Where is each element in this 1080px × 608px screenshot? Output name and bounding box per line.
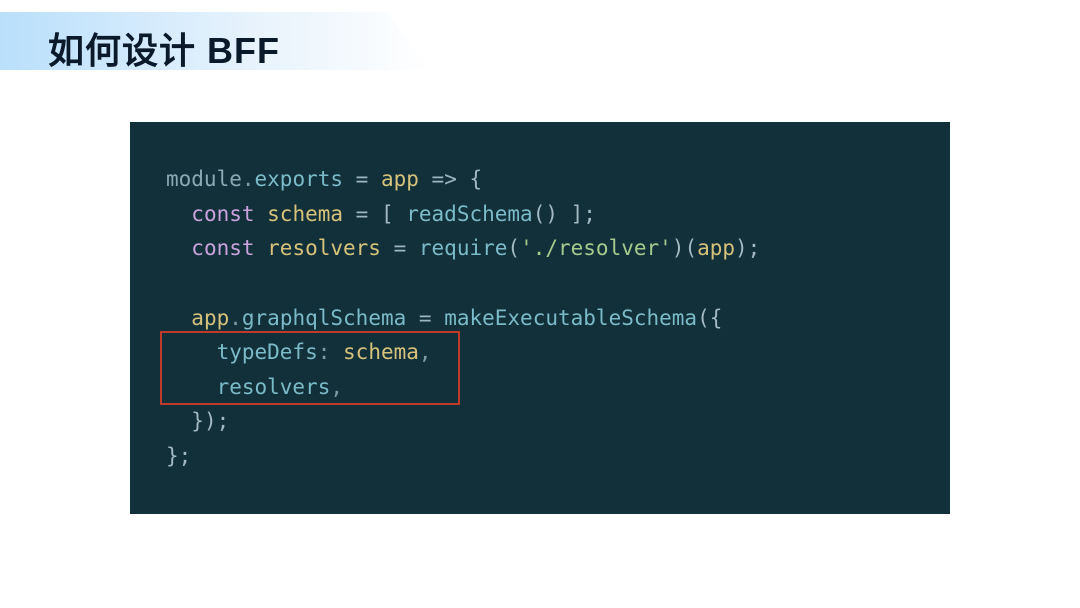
- title-bar: 如何设计 BFF: [0, 0, 1080, 74]
- code-line-8: });: [166, 404, 914, 439]
- code-line-3: const resolvers = require('./resolver')(…: [166, 231, 914, 266]
- title-highlight: 如何设计 BFF: [48, 22, 280, 74]
- slide-title: 如何设计 BFF: [48, 30, 280, 71]
- code-line-7: resolvers,: [166, 370, 914, 405]
- code-line-1: module.exports = app => {: [166, 162, 914, 197]
- code-line-2: const schema = [ readSchema() ];: [166, 197, 914, 232]
- code-block: module.exports = app => { const schema =…: [130, 122, 950, 514]
- code-line-5: app.graphqlSchema = makeExecutableSchema…: [166, 301, 914, 336]
- code-line-6: typeDefs: schema,: [166, 335, 914, 370]
- code-line-9: };: [166, 439, 914, 474]
- code-line-4: [166, 266, 914, 301]
